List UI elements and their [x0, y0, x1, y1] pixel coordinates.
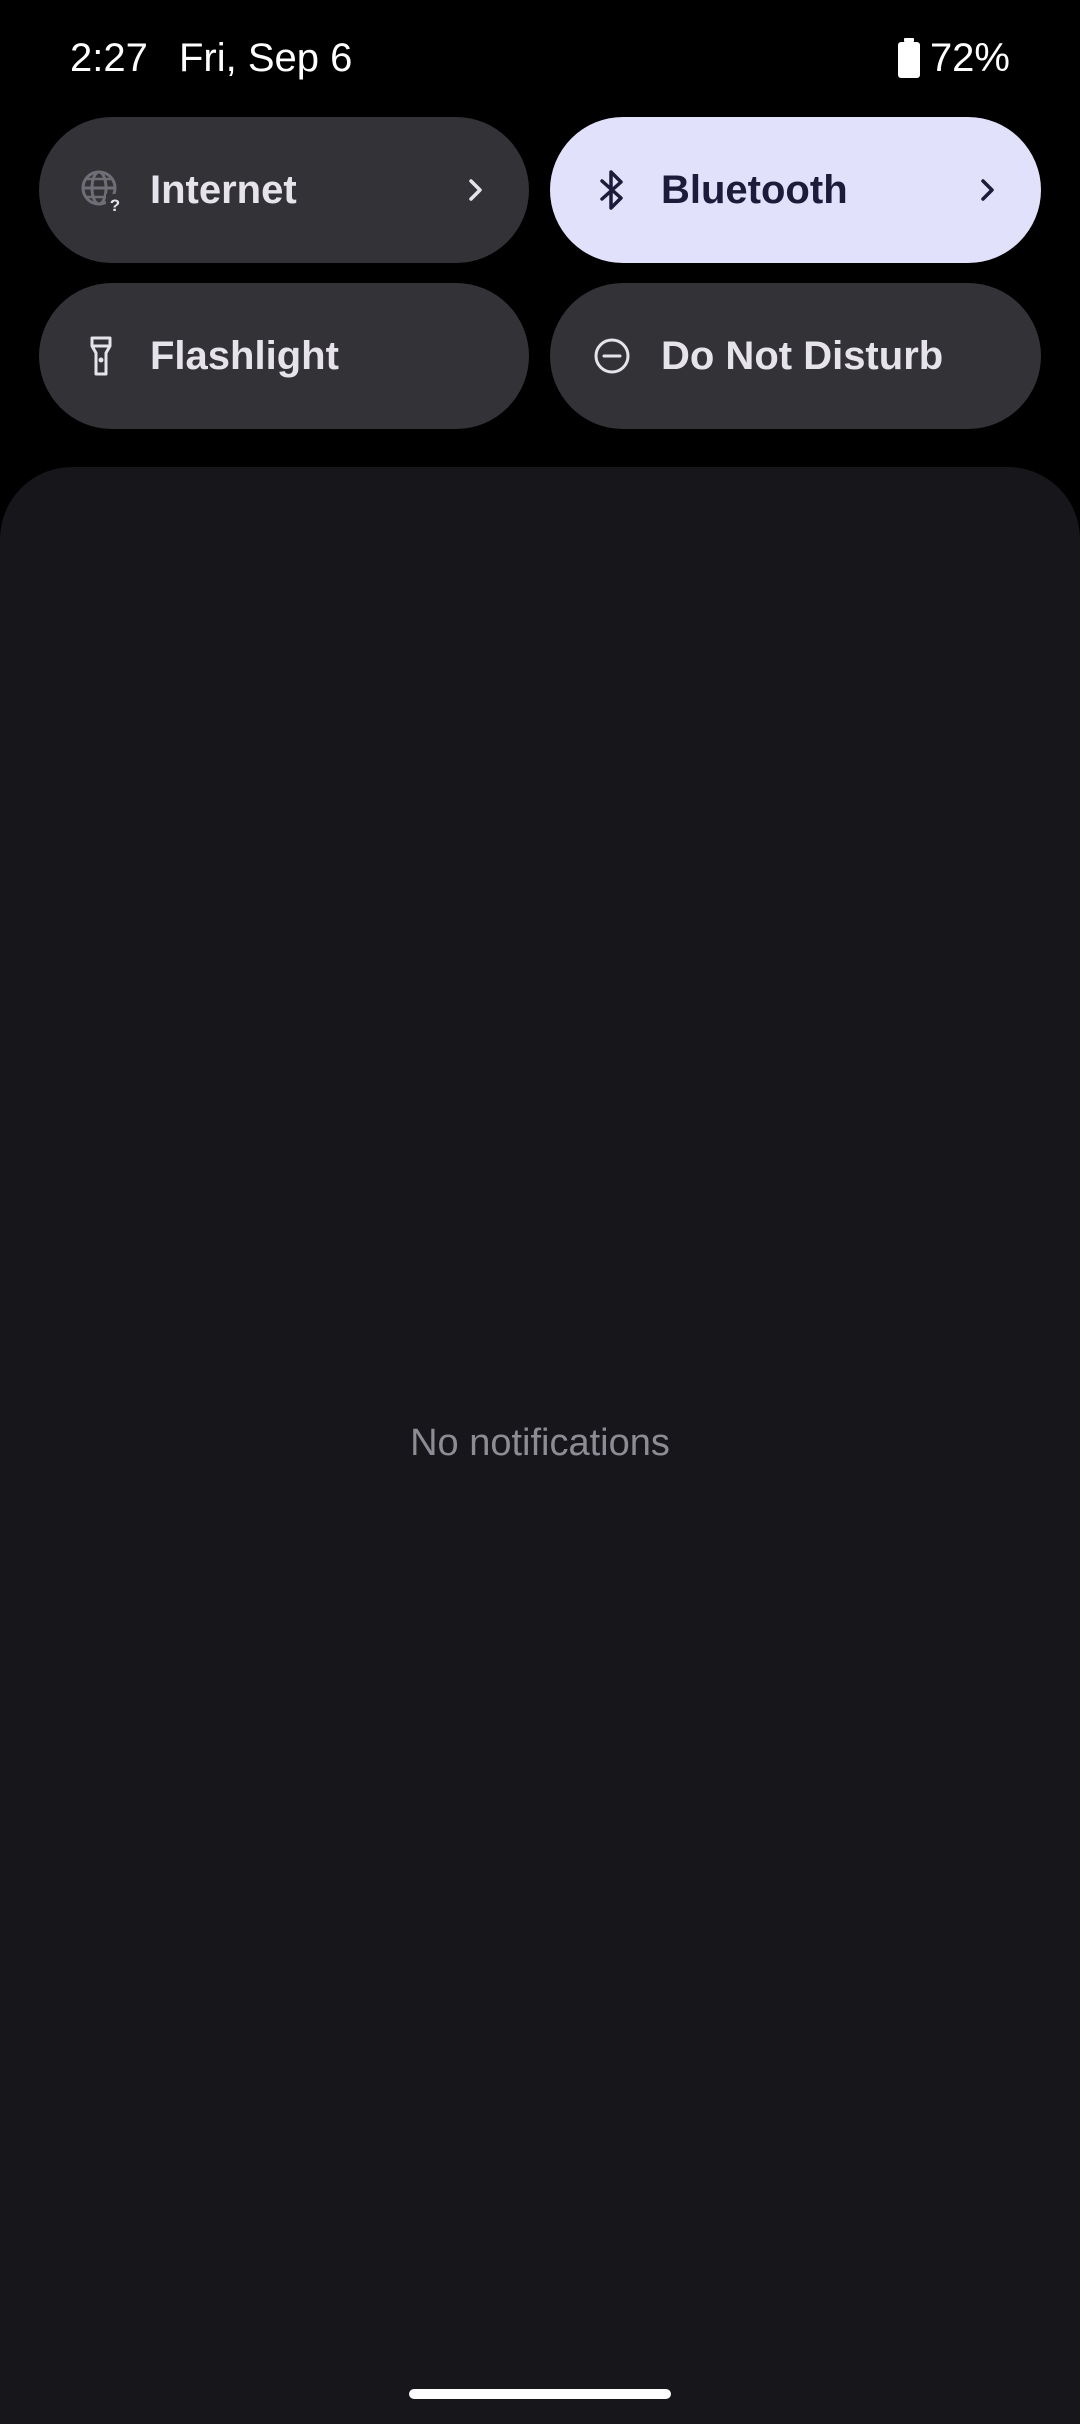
status-clock: 2:27	[70, 36, 148, 80]
notification-shade: 2:27 Fri, Sep 6 72% ? Internet Bluetooth…	[0, 0, 1080, 2424]
bluetooth-icon	[600, 170, 623, 210]
status-bar: 2:27 Fri, Sep 6 72%	[0, 0, 1080, 118]
empty-notifications-text: No notifications	[410, 1422, 670, 1464]
battery-percent: 72%	[929, 35, 1010, 80]
battery-icon	[897, 38, 920, 78]
flashlight-tile[interactable]: Flashlight	[39, 283, 529, 429]
do-not-disturb-tile-label: Do Not Disturb	[661, 333, 944, 378]
chevron-right-icon	[981, 179, 994, 201]
flashlight-tile-label: Flashlight	[150, 333, 339, 378]
internet-tile[interactable]: ? Internet	[39, 117, 529, 263]
status-date: Fri, Sep 6	[179, 36, 353, 80]
do-not-disturb-tile[interactable]: Do Not Disturb	[550, 283, 1041, 429]
bluetooth-tile-label: Bluetooth	[661, 167, 848, 212]
battery-indicator: 72%	[896, 30, 1010, 86]
gesture-nav-handle[interactable]	[409, 2389, 671, 2399]
chevron-right-icon	[469, 179, 482, 201]
bluetooth-tile[interactable]: Bluetooth	[550, 117, 1041, 263]
svg-text:?: ?	[110, 196, 120, 212]
internet-tile-label: Internet	[150, 167, 297, 212]
flashlight-icon	[90, 336, 112, 376]
globe-question-icon: ?	[81, 170, 123, 212]
do-not-disturb-icon	[594, 338, 630, 374]
